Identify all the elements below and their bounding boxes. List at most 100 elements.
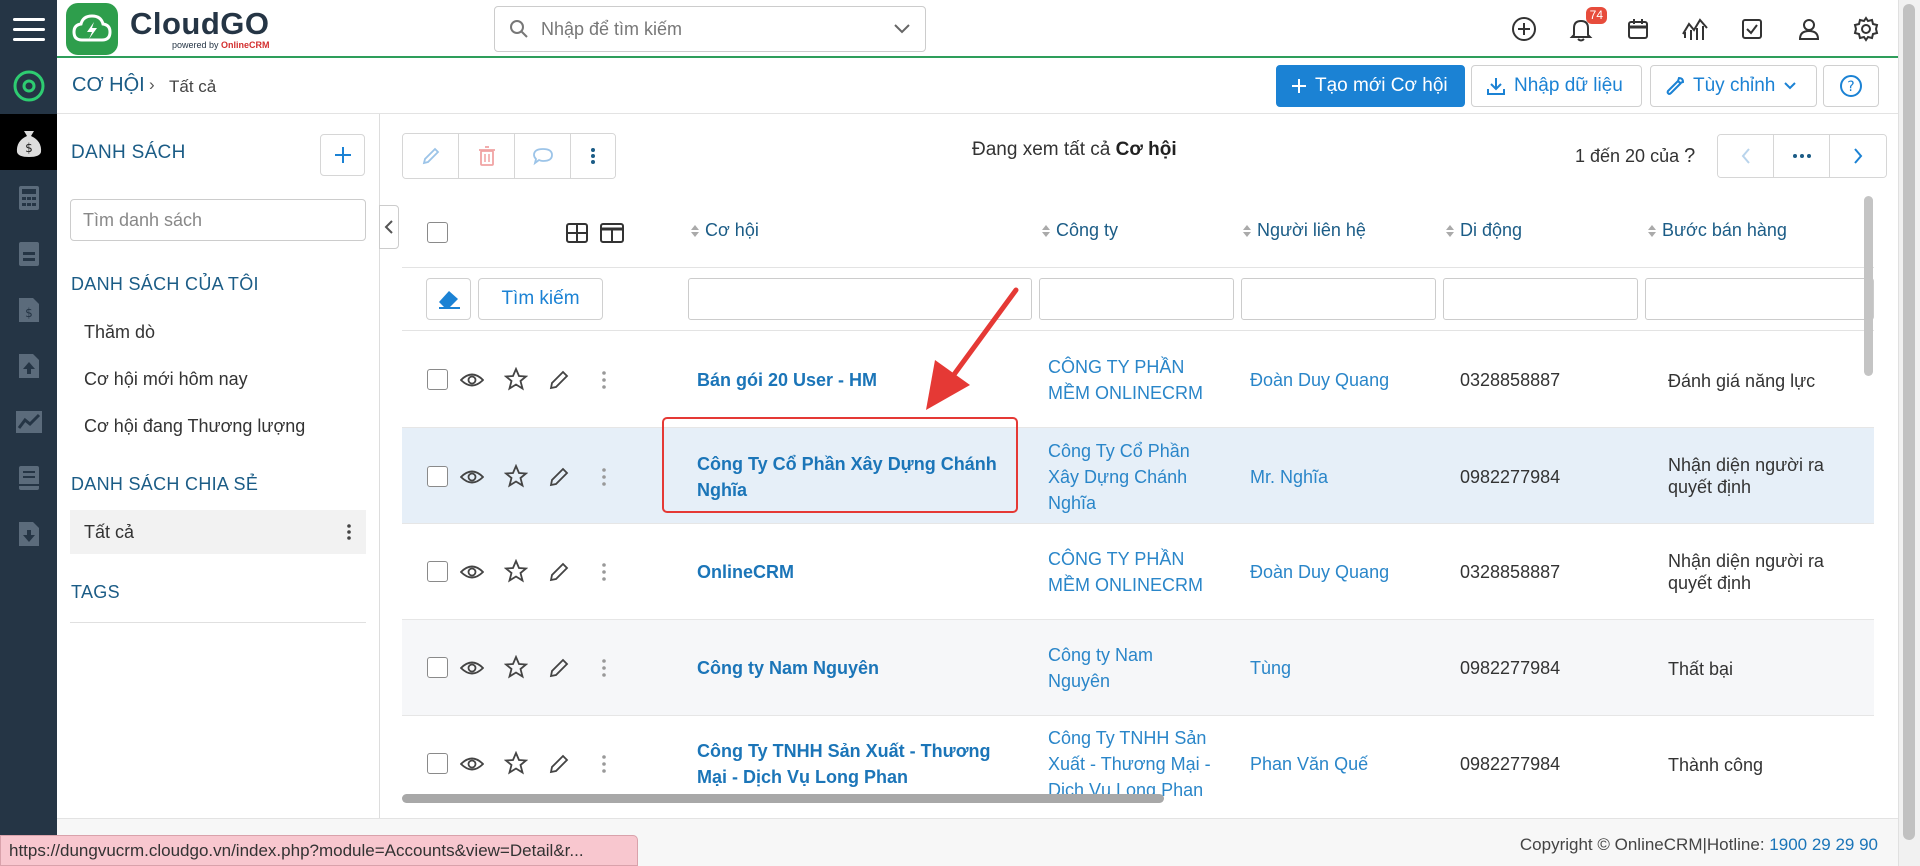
column-header-company[interactable]: Công ty xyxy=(1042,220,1118,241)
hotline-link[interactable]: 1900 29 29 90 xyxy=(1769,835,1878,854)
filter-input-sales-stage[interactable] xyxy=(1645,278,1874,320)
rail-quotes[interactable] xyxy=(0,226,57,282)
pencil-icon[interactable] xyxy=(546,655,572,681)
calendar-icon[interactable] xyxy=(1622,13,1654,45)
rail-download[interactable] xyxy=(0,506,57,562)
app-logo[interactable]: CloudGO powered by OnlineCRM xyxy=(66,3,270,55)
pencil-icon[interactable] xyxy=(546,559,572,585)
columns-layout-icon[interactable] xyxy=(600,223,624,243)
company-link[interactable]: CÔNG TY PHẦN MỀM ONLINECRM xyxy=(1048,546,1228,598)
table-row[interactable]: Bán gói 20 User - HM CÔNG TY PHẦN MỀM ONL… xyxy=(402,332,1874,428)
comment-button[interactable] xyxy=(515,134,571,178)
pager-total-unknown[interactable]: ? xyxy=(1684,145,1695,167)
edit-button[interactable] xyxy=(403,134,459,178)
window-scrollbar-thumb[interactable] xyxy=(1903,4,1915,840)
more-actions-button[interactable] xyxy=(571,134,615,178)
row-checkbox[interactable] xyxy=(427,753,448,774)
column-header-opportunity[interactable]: Cơ hội xyxy=(691,220,759,241)
star-icon[interactable] xyxy=(503,558,529,584)
table-row[interactable]: OnlineCRM CÔNG TY PHẦN MỀM ONLINECRM Đoàn… xyxy=(402,524,1874,620)
more-vertical-icon[interactable] xyxy=(346,522,352,542)
collapse-sidebar-button[interactable] xyxy=(379,205,399,249)
row-checkbox[interactable] xyxy=(427,561,448,582)
chevron-down-icon[interactable] xyxy=(893,23,911,35)
help-button[interactable]: ? xyxy=(1823,65,1879,107)
opportunity-name-link[interactable]: OnlineCRM xyxy=(697,559,1007,585)
pencil-icon[interactable] xyxy=(546,751,572,777)
rail-upload[interactable] xyxy=(0,338,57,394)
customize-dropdown-button[interactable]: Tùy chỉnh xyxy=(1650,65,1817,107)
next-page-button[interactable] xyxy=(1830,135,1886,177)
rail-opportunities[interactable]: $ xyxy=(0,114,57,170)
opportunity-name-link[interactable]: Công Ty TNHH Sản Xuất - Thương Mại - Dịch… xyxy=(697,738,1007,790)
rail-knowledge[interactable] xyxy=(0,450,57,506)
star-icon[interactable] xyxy=(503,366,529,392)
column-header-sales-stage[interactable]: Bước bán hàng xyxy=(1648,220,1787,241)
page-jump-button[interactable] xyxy=(1774,135,1830,177)
company-link[interactable]: Công Ty Cổ Phần Xây Dựng Chánh Nghĩa xyxy=(1048,438,1228,516)
sidebar-item-tham-do[interactable]: Thăm dò xyxy=(70,310,366,354)
more-vertical-icon[interactable] xyxy=(591,751,617,777)
previous-page-button[interactable] xyxy=(1718,135,1774,177)
bell-icon[interactable]: 74 xyxy=(1565,7,1607,45)
star-icon[interactable] xyxy=(503,750,529,776)
task-check-icon[interactable] xyxy=(1736,13,1768,45)
eye-icon[interactable] xyxy=(459,464,485,490)
add-circle-icon[interactable] xyxy=(1508,13,1540,45)
filter-input-opportunity[interactable] xyxy=(688,278,1032,320)
clear-filter-button[interactable] xyxy=(426,278,471,320)
contact-link[interactable]: Tùng xyxy=(1250,655,1440,681)
sidebar-item-new-today[interactable]: Cơ hội mới hôm nay xyxy=(70,357,366,401)
rail-home[interactable] xyxy=(0,58,57,114)
opportunity-name-link[interactable]: Công ty Nam Nguyên xyxy=(697,655,1007,681)
filter-input-mobile[interactable] xyxy=(1443,278,1638,320)
hamburger-menu-icon[interactable] xyxy=(0,0,57,58)
search-input[interactable] xyxy=(541,18,893,40)
sidebar-item-all[interactable]: Tất cả xyxy=(70,510,366,554)
eye-icon[interactable] xyxy=(459,367,485,393)
sidebar-item-negotiating[interactable]: Cơ hội đang Thương lượng xyxy=(70,404,366,448)
star-icon[interactable] xyxy=(503,654,529,680)
more-vertical-icon[interactable] xyxy=(591,655,617,681)
more-vertical-icon[interactable] xyxy=(591,367,617,393)
search-filter-button[interactable]: Tìm kiếm xyxy=(478,278,603,320)
settings-gear-icon[interactable] xyxy=(1850,13,1882,45)
add-list-button[interactable] xyxy=(320,134,365,176)
table-row[interactable]: Công Ty Cổ Phần Xây Dựng Chánh Nghĩa Công… xyxy=(402,428,1874,524)
window-scrollbar[interactable] xyxy=(1898,0,1920,866)
eye-icon[interactable] xyxy=(459,751,485,777)
contact-link[interactable]: Đoàn Duy Quang xyxy=(1250,559,1440,585)
import-data-button[interactable]: Nhập dữ liệu xyxy=(1471,65,1642,107)
more-vertical-icon[interactable] xyxy=(591,464,617,490)
row-checkbox[interactable] xyxy=(427,369,448,390)
company-link[interactable]: Công Ty TNHH Sản Xuất - Thương Mại - Dịch … xyxy=(1048,725,1228,803)
filter-input-contact[interactable] xyxy=(1241,278,1436,320)
vertical-scrollbar[interactable] xyxy=(1864,196,1873,376)
horizontal-scrollbar[interactable] xyxy=(402,794,1164,803)
delete-button[interactable] xyxy=(459,134,515,178)
user-icon[interactable] xyxy=(1793,13,1825,45)
star-icon[interactable] xyxy=(503,463,529,489)
more-vertical-icon[interactable] xyxy=(591,559,617,585)
row-checkbox[interactable] xyxy=(427,657,448,678)
column-header-mobile[interactable]: Di động xyxy=(1446,220,1522,241)
contact-link[interactable]: Đoàn Duy Quang xyxy=(1250,367,1440,393)
grid-layout-icon[interactable] xyxy=(566,223,588,243)
report-chart-icon[interactable] xyxy=(1679,13,1711,45)
select-all-checkbox[interactable] xyxy=(427,222,448,243)
eye-icon[interactable] xyxy=(459,559,485,585)
opportunity-name-link[interactable]: Bán gói 20 User - HM xyxy=(697,367,1007,393)
company-link[interactable]: Công ty Nam Nguyên xyxy=(1048,642,1228,694)
create-opportunity-button[interactable]: Tạo mới Cơ hội xyxy=(1276,65,1465,107)
rail-calculator[interactable] xyxy=(0,170,57,226)
company-link[interactable]: CÔNG TY PHẦN MỀM ONLINECRM xyxy=(1048,354,1228,406)
table-row[interactable]: Công ty Nam Nguyên Công ty Nam Nguyên Tùn… xyxy=(402,620,1874,716)
list-search-input[interactable] xyxy=(70,199,366,241)
rail-reports[interactable] xyxy=(0,394,57,450)
eye-icon[interactable] xyxy=(459,655,485,681)
module-title[interactable]: CƠ HỘI xyxy=(72,74,145,97)
contact-link[interactable]: Phan Văn Quế xyxy=(1250,751,1440,777)
rail-invoices[interactable]: $ xyxy=(0,282,57,338)
filter-input-company[interactable] xyxy=(1039,278,1234,320)
pencil-icon[interactable] xyxy=(546,367,572,393)
